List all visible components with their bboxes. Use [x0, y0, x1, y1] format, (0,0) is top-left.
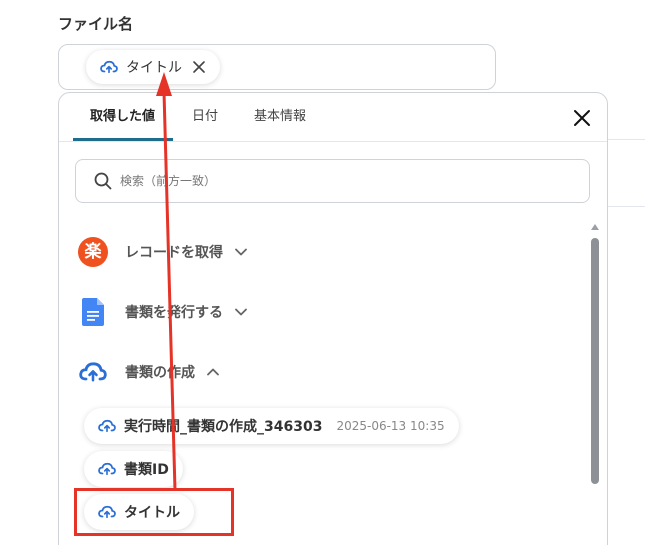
cloud-icon	[98, 419, 116, 433]
section-label: レコードを取得	[125, 245, 223, 261]
annotation-highlight-box	[74, 488, 234, 536]
scrollbar-thumb[interactable]	[591, 238, 599, 484]
section-create-document[interactable]: 書類の作成	[77, 356, 219, 388]
search-box[interactable]	[75, 159, 590, 203]
background-divider	[608, 139, 645, 140]
active-tab-indicator	[73, 138, 173, 141]
cloud-icon	[100, 60, 118, 74]
rakuten-glyph: 楽	[78, 237, 108, 267]
chevron-up-icon	[207, 368, 219, 376]
section-get-record[interactable]: 楽 レコードを取得	[77, 236, 247, 268]
selected-value-chip[interactable]: タイトル	[86, 50, 220, 84]
section-issue-document[interactable]: 書類を発行する	[77, 296, 247, 328]
chevron-down-icon	[235, 248, 247, 256]
tab-bar: 取得した値 日付 基本情報	[59, 93, 607, 142]
chip-remove-icon[interactable]	[192, 60, 206, 74]
tab-basic-info[interactable]: 基本情報	[254, 93, 306, 141]
value-item-label: 実行時間_書類の作成_346303	[124, 419, 323, 435]
section-label: 書類の作成	[125, 365, 195, 381]
rakuten-icon: 楽	[77, 236, 109, 268]
cloud-icon	[77, 356, 109, 388]
value-item-document-id[interactable]: 書類ID	[84, 451, 183, 487]
value-item-execution-time[interactable]: 実行時間_書類の作成_346303 2025-06-13 10:35	[84, 408, 459, 444]
value-item-date: 2025-06-13 10:35	[336, 419, 445, 433]
search-input[interactable]	[118, 173, 522, 189]
cloud-icon	[98, 462, 116, 476]
tab-acquired-values[interactable]: 取得した値	[90, 93, 155, 141]
section-label: 書類を発行する	[125, 305, 223, 321]
chip-label: タイトル	[126, 60, 182, 76]
google-docs-icon	[77, 296, 109, 328]
chevron-down-icon	[235, 308, 247, 316]
cloud-glyph	[79, 362, 107, 382]
google-docs-glyph	[82, 298, 104, 326]
file-name-label: ファイル名	[58, 15, 134, 33]
scroll-up-arrow[interactable]	[591, 224, 599, 230]
background-divider	[608, 206, 645, 207]
screen: ファイル名 タイトル 取得した値 日付 基本情報 検索（前方一致） 楽 レコード…	[0, 0, 645, 545]
tab-date[interactable]: 日付	[192, 93, 218, 141]
search-icon	[94, 172, 112, 190]
close-icon[interactable]	[573, 109, 591, 127]
value-item-label: 書類ID	[124, 462, 169, 478]
